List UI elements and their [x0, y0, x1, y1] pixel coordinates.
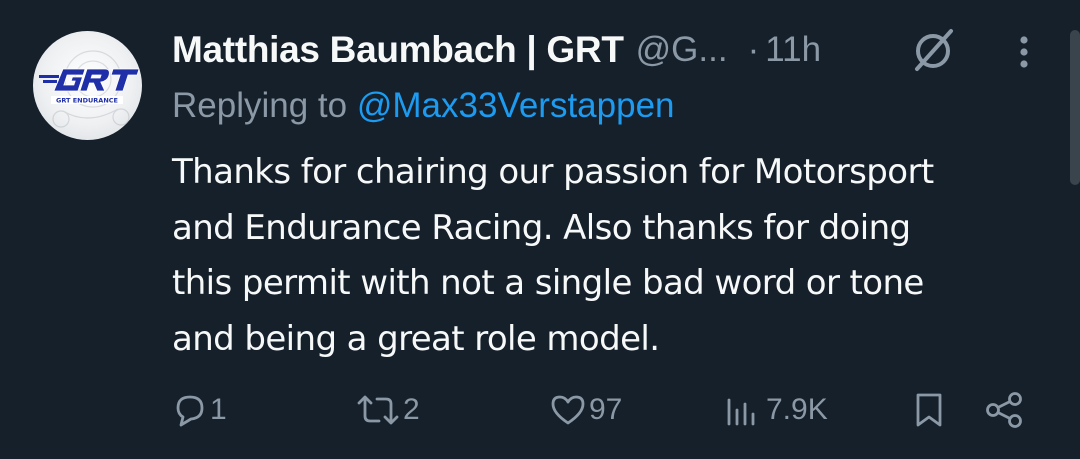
reply-count: 1 [210, 393, 227, 426]
author-handle[interactable]: @G... [636, 30, 728, 70]
tweet-text-line: this permit with not a single bad word o… [172, 263, 924, 303]
author-name[interactable]: Matthias Baumbach | GRT [172, 29, 624, 71]
replying-to: Replying to @Max33Verstappen [172, 86, 675, 126]
separator-dot: · [747, 30, 760, 69]
views-button[interactable]: 7.9K [724, 385, 828, 435]
share-icon [986, 392, 1022, 428]
replying-prefix: Replying to [172, 86, 357, 125]
views-icon [727, 398, 755, 426]
tweet-header: Matthias Baumbach | GRT @G... · 11h [172, 26, 821, 74]
action-bar: 1 2 97 7.9K [0, 385, 1080, 435]
more-icon[interactable] [1008, 32, 1040, 72]
tweet-text-line: and Endurance Racing. Also thanks for do… [172, 207, 911, 248]
heart-icon [551, 395, 585, 425]
like-count: 97 [589, 393, 623, 426]
timestamp[interactable]: 11h [765, 30, 821, 70]
replying-mention-link[interactable]: @Max33Verstappen [357, 86, 675, 125]
views-count: 7.9K [766, 393, 828, 426]
tweet-text-line: Thanks for chairing our passion for Moto… [172, 152, 934, 192]
reply-icon [176, 395, 204, 427]
repost-icon [357, 395, 399, 425]
tweet[interactable]: GRT ENDURANCE Matthias Baumbach | GRT @G… [0, 0, 1080, 459]
repost-count: 2 [403, 393, 420, 426]
repost-button[interactable]: 2 [355, 385, 420, 435]
like-button[interactable]: 97 [549, 385, 622, 435]
reply-button[interactable]: 1 [172, 385, 227, 435]
scrollbar[interactable] [1070, 30, 1080, 185]
share-button[interactable] [984, 385, 1026, 435]
avatar-subtext: GRT ENDURANCE [56, 97, 118, 105]
grt-logo-icon: GRT ENDURANCE [39, 50, 140, 128]
bookmark-icon [916, 393, 942, 427]
mute-icon[interactable] [908, 26, 958, 74]
avatar[interactable]: GRT ENDURANCE [33, 31, 142, 140]
bookmark-button[interactable] [912, 385, 946, 435]
tweet-text: Thanks for chairing our passion for Moto… [172, 145, 1052, 367]
tweet-text-line: and being a great role model. [172, 318, 660, 359]
